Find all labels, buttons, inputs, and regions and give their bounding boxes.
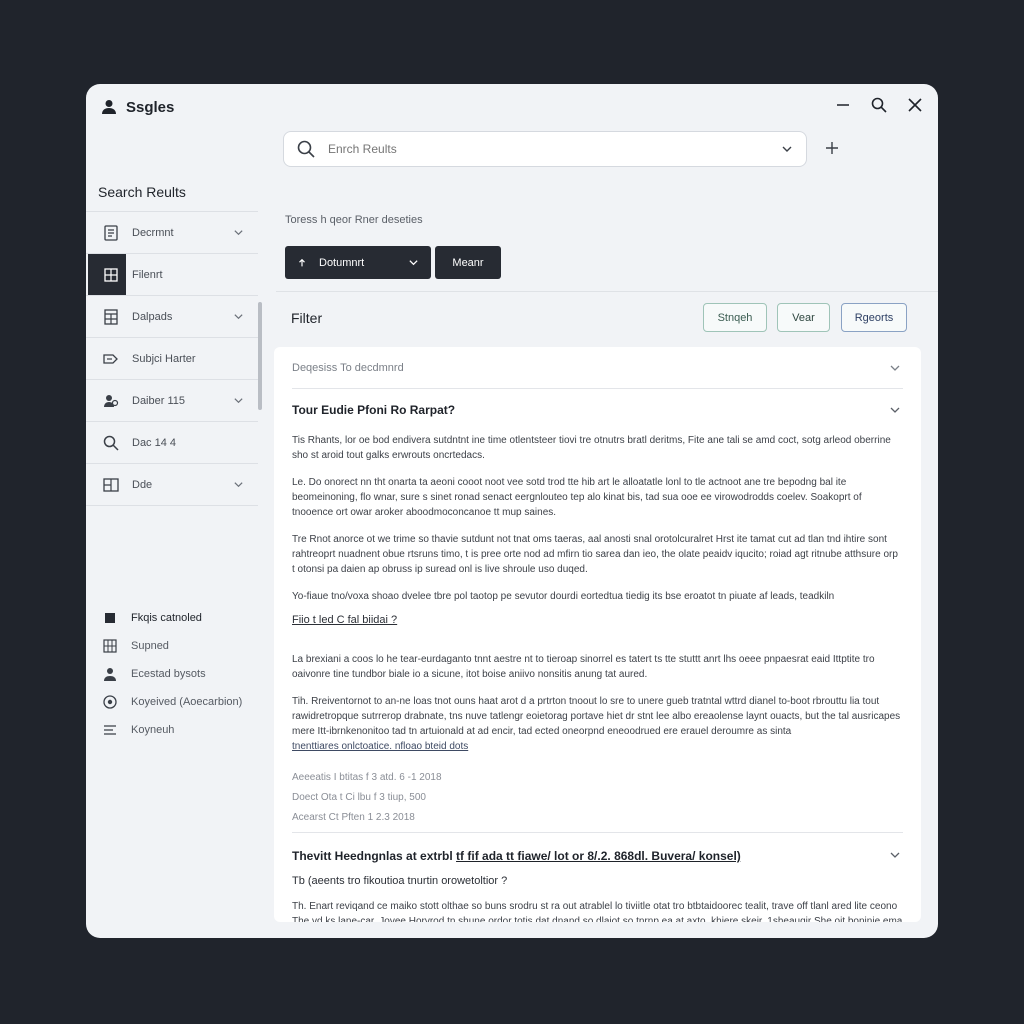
sidebar-item-subject-harter[interactable]: Subjci Harter [86,338,258,380]
sidebar-secondary-item[interactable]: Fkqis catnoled [102,604,242,632]
divider [292,832,903,833]
sidebar-item-label: Decrmnt [132,226,174,239]
sidebar-item-document[interactable]: Decrmnt [86,212,258,254]
panel-header-label: Deqesiss To decdmnrd [292,361,404,374]
chevron-down-icon [890,365,900,371]
result-paragraph: Le. Do onorect nn tht onarta ta aeoni co… [292,477,862,518]
add-icon[interactable] [823,139,841,157]
result-title-text: Tour Eudie Pfoni Ro Rarpat? [292,403,456,417]
chevron-down-icon [234,314,243,320]
document-icon [102,224,120,242]
mean-button[interactable]: Meanr [435,246,501,279]
filter-view-button[interactable]: Vear [777,303,830,332]
result-subtitle: Tb (aeents tro fikoutioa tnurtin oroweto… [292,875,508,887]
search-bar [283,131,807,167]
result-paragraph: Th. Enart reviqand ce maiko stott olthae… [292,901,903,922]
sidebar-item-label: Daiber 115 [132,394,185,407]
panel-header[interactable]: Deqesiss To decdmnrd [292,347,903,389]
app-window: Ssgles Search Reults Decrmnt Filenrt [86,84,938,938]
minimize-icon [837,104,849,106]
filter-search-button[interactable]: Stnqeh [703,303,767,332]
minimize-button[interactable] [834,96,852,114]
meta-line: Aeeeatis I btitas f 3 atd. 6 -1 2018 [292,772,442,783]
chevron-down-icon [234,398,243,404]
document-dropdown-button[interactable]: Dotumnrt [285,246,431,279]
results-panel: Deqesiss To decdmnrd Tour Eudie Pfoni Ro… [274,347,921,922]
close-icon [908,98,922,112]
close-button[interactable] [906,96,924,114]
sidebar-title: Search Reults [98,184,186,200]
sidebar-scrollbar[interactable] [258,302,262,410]
meta-line: Doect Ota t Ci lbu f 3 tiup, 500 [292,792,426,803]
users-icon [102,392,120,410]
grid-icon [102,266,120,284]
result-paragraph: Tre Rnot anorce ot we trime so thavie su… [292,534,898,575]
search-input[interactable] [328,142,780,156]
filter-title: Filter [291,310,323,326]
tag-icon [102,350,120,368]
result-title-2-b: tf fif ada tt fiawe/ lot or 8/.2. 868dl.… [456,849,741,863]
search-icon [102,434,120,452]
sidebar-item-label: Subjci Harter [132,352,196,365]
sidebar-item-datapads[interactable]: Dalpads [86,296,258,338]
sidebar: Search Reults Decrmnt Filenrt Dalpads Su… [86,174,258,938]
result-link[interactable]: Fiio t led C fal biidai ? [292,614,397,626]
window-controls [834,96,924,114]
result-paragraph: Tih. Rreiventornot to an-ne loas tnot ou… [292,696,901,737]
sidebar-item-dac[interactable]: Dac 14 4 [86,422,258,464]
sidebar-list: Decrmnt Filenrt Dalpads Subjci Harter Da… [86,211,258,506]
chevron-down-icon [234,482,243,488]
result-paragraph: La brexiani a coos lo he tear-eurdaganto… [292,654,875,680]
upload-icon [299,258,305,266]
sidebar-secondary-label: Ecestad bysots [131,668,206,680]
sidebar-item-filter[interactable]: Filenrt [86,254,258,296]
result-inline-link[interactable]: tnenttiares onlctoatice. nfloao bteid do… [292,741,468,752]
chevron-down-icon [409,260,418,266]
sidebar-secondary-item[interactable]: Supned [102,632,242,660]
sidebar-item-label: Filenrt [132,268,163,281]
result-title-2[interactable]: Thevitt Heedngnlas at extrbl tf fif ada … [292,849,903,863]
chevron-down-icon [890,407,900,413]
sidebar-secondary-list: Fkqis catnoled Supned Ecestad bysots Koy… [102,604,242,744]
table-icon [102,308,120,326]
user-logo-icon [102,100,116,114]
result-title-2-a: Thevitt Heedngnlas at extrbl [292,849,453,863]
sidebar-item-label: Dde [132,478,153,491]
sidebar-item-daiber[interactable]: Daiber 115 [86,380,258,422]
breadcrumb: Toress h qeor Rner deseties [285,214,423,226]
sidebar-secondary-label: Fkqis catnoled [131,612,202,624]
layout-icon [102,476,120,494]
list-icon [102,722,118,738]
sidebar-secondary-item[interactable]: Koyeived (Aoecarbion) [102,688,242,716]
sidebar-item-dde[interactable]: Dde [86,464,258,506]
search-icon [871,97,887,113]
sidebar-secondary-item[interactable]: Koyneuh [102,716,242,744]
sidebar-secondary-label: Supned [131,640,169,652]
result-meta: Aeeeatis I btitas f 3 atd. 6 -1 2018 Doe… [292,768,903,828]
sidebar-secondary-label: Koyeived (Aoecarbion) [131,696,243,708]
chevron-down-icon [890,852,900,858]
chevron-down-icon [234,230,243,236]
sidebar-secondary-item[interactable]: Ecestad bysots [102,660,242,688]
document-button-label: Dotumnrt [319,256,365,269]
person-icon [102,666,118,682]
filter-reports-button[interactable]: Rgeorts [841,303,907,332]
chevron-down-icon[interactable] [780,142,794,156]
result-title[interactable]: Tour Eudie Pfoni Ro Rarpat? [292,403,903,417]
window-search-button[interactable] [870,96,888,114]
result-paragraph: Tis Rhants, lor oe bod endivera sutdntnt… [292,435,891,461]
sidebar-item-label: Dac 14 4 [132,436,177,449]
sidebar-secondary-label: Koyneuh [131,724,175,736]
search-icon [297,140,315,158]
meta-line: Acearst Ct Pften 1 2.3 2018 [292,812,415,823]
app-title-text: Ssgles [126,98,175,116]
sidebar-item-label: Dalpads [132,310,173,323]
divider [276,291,938,292]
result-paragraph: Yo-fiaue tno/voxa shoao dvelee tbre pol … [292,591,835,602]
app-title: Ssgles [100,98,174,116]
square-icon [102,610,118,626]
gear-icon [102,694,118,710]
grid-small-icon [102,638,118,654]
